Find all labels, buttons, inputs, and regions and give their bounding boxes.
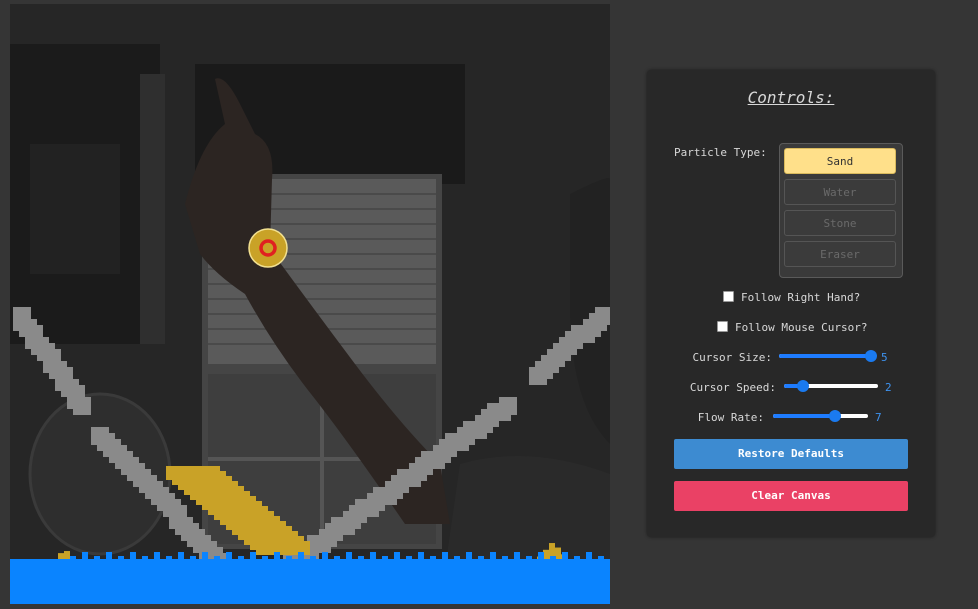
water-ripple: [382, 556, 388, 564]
flow-rate-label: Flow Rate:: [697, 411, 764, 424]
water-ripple: [598, 556, 604, 564]
cursor-size-value: 5: [881, 351, 888, 364]
stone-pixel: [595, 307, 610, 325]
water-ripple: [526, 556, 532, 564]
follow-mouse-checkbox[interactable]: [717, 321, 728, 332]
water-ripple: [202, 552, 208, 560]
water-ripple: [466, 552, 472, 560]
water-ripple: [82, 552, 88, 560]
water-ripple: [358, 556, 364, 564]
cursor-speed-label: Cursor Speed:: [689, 381, 776, 394]
clear-canvas-button[interactable]: Clear Canvas: [674, 481, 908, 511]
water-ripple: [250, 552, 256, 560]
follow-mouse-option[interactable]: Follow Mouse Cursor?: [717, 321, 867, 334]
water-ripple: [226, 552, 232, 560]
water-ripple: [94, 556, 100, 564]
water-ripple: [166, 556, 172, 564]
flow-rate-fill: [773, 414, 835, 418]
flow-rate-value: 7: [875, 411, 882, 424]
particle-water-button[interactable]: Water: [784, 179, 896, 205]
water-ripple: [574, 556, 580, 564]
water-ripple: [454, 556, 460, 564]
particle-eraser-button[interactable]: Eraser: [784, 241, 896, 267]
water-ripple: [418, 552, 424, 560]
cursor-speed-slider[interactable]: [784, 380, 878, 392]
water-ripple: [118, 556, 124, 564]
water-ripple: [442, 552, 448, 560]
cursor-size-thumb[interactable]: [865, 350, 877, 362]
water-ripple: [322, 552, 328, 560]
water-ripple: [106, 552, 112, 560]
stone-pixel: [73, 397, 91, 415]
water-ripple: [514, 552, 520, 560]
water-particles: [10, 552, 610, 604]
particle-type-label: Particle Type:: [674, 146, 767, 159]
particle-stone-button[interactable]: Stone: [784, 210, 896, 236]
water-ripple: [334, 556, 340, 564]
follow-mouse-label: Follow Mouse Cursor?: [735, 321, 868, 334]
water-ripple: [130, 552, 136, 560]
water-body: [10, 559, 610, 604]
water-ripple: [430, 556, 436, 564]
simulation-canvas[interactable]: [10, 4, 610, 604]
cursor-size-label: Cursor Size:: [692, 351, 772, 364]
water-ripple: [538, 552, 544, 560]
books: [30, 144, 120, 274]
particle-type-selector: Sand Water Stone Eraser: [779, 143, 903, 278]
cursor-size-slider[interactable]: [779, 350, 877, 362]
water-ripple: [178, 552, 184, 560]
water-ripple: [310, 556, 316, 564]
follow-right-hand-checkbox[interactable]: [723, 291, 734, 302]
water-ripple: [346, 552, 352, 560]
controls-panel: Controls: Particle Type: Sand Water Ston…: [647, 70, 935, 537]
water-ripple: [370, 552, 376, 560]
water-ripple: [502, 556, 508, 564]
flow-rate-slider[interactable]: [773, 410, 868, 422]
particle-sand-button[interactable]: Sand: [784, 148, 896, 174]
water-ripple: [70, 556, 76, 564]
water-ripple: [550, 556, 556, 564]
restore-defaults-button[interactable]: Restore Defaults: [674, 439, 908, 469]
follow-right-hand-label: Follow Right Hand?: [741, 291, 861, 304]
cursor-speed-thumb[interactable]: [796, 380, 809, 392]
water-ripple: [154, 552, 160, 560]
water-ripple: [142, 556, 148, 564]
water-ripple: [586, 552, 592, 560]
water-ripple: [394, 552, 400, 560]
water-ripple: [298, 552, 304, 560]
water-ripple: [190, 556, 196, 564]
stone-pixel: [499, 397, 517, 415]
water-ripple: [490, 552, 496, 560]
water-ripple: [238, 556, 244, 564]
flow-rate-thumb[interactable]: [828, 410, 841, 422]
water-ripple: [286, 556, 292, 564]
water-ripple: [406, 556, 412, 564]
cursor-size-fill: [779, 354, 871, 358]
cursor-speed-value: 2: [885, 381, 892, 394]
camera-scene: [10, 4, 610, 604]
water-ripple: [262, 556, 268, 564]
water-ripple: [214, 556, 220, 564]
hand-cursor-icon: [248, 228, 288, 268]
water-ripple: [478, 556, 484, 564]
panel-title: Controls:: [747, 88, 835, 107]
shelf-post: [140, 74, 165, 344]
water-ripple: [274, 552, 280, 560]
water-ripple: [562, 552, 568, 560]
follow-right-hand-option[interactable]: Follow Right Hand?: [723, 291, 860, 304]
